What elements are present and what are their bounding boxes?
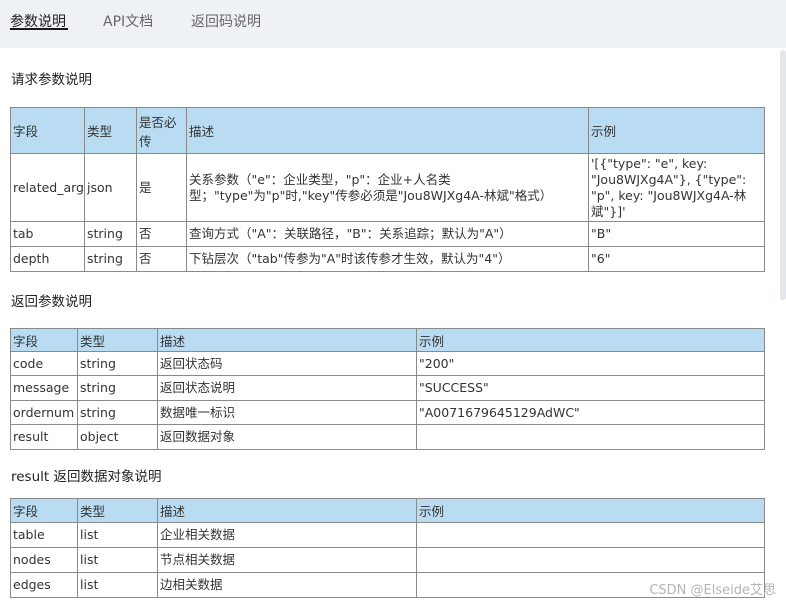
header-cell: 字段 bbox=[10, 107, 85, 154]
tab-bar: 参数说明 API文档 返回码说明 bbox=[0, 0, 786, 48]
csdn-watermark: CSDN @Elseide艾思 bbox=[649, 583, 776, 598]
request-params-title: 请求参数说明 bbox=[11, 72, 92, 88]
table-cell: depth bbox=[10, 246, 85, 272]
table-cell: 返回数据对象 bbox=[157, 424, 417, 450]
table-cell: table bbox=[10, 522, 78, 548]
table-row: ordernum string 数据唯一标识 "A0071679645129Ad… bbox=[10, 400, 765, 425]
table-cell: string bbox=[77, 375, 158, 401]
table-cell bbox=[416, 424, 765, 450]
table-cell: edges bbox=[10, 572, 78, 598]
response-params-title: 返回参数说明 bbox=[11, 294, 92, 310]
table-cell: code bbox=[10, 351, 78, 376]
table-header-row: 字段 类型 是否必传 描述 示例 bbox=[10, 107, 765, 154]
table-cell: message bbox=[10, 375, 78, 401]
vertical-scrollbar[interactable] bbox=[780, 50, 786, 300]
table-cell: 否 bbox=[136, 221, 187, 247]
table-cell: object bbox=[77, 424, 158, 450]
table-cell: 关系参数（"e"：企业类型，"p"：企业+人名类型；"type"为"p"时,"k… bbox=[186, 153, 589, 222]
table-cell: json bbox=[84, 153, 137, 222]
table-cell: result bbox=[10, 424, 78, 450]
table-cell: 下钻层次（"tab"传参为"A"时该传参才生效，默认为"4"） bbox=[186, 246, 589, 272]
request-params-table: 字段 类型 是否必传 描述 示例 related_args json 是 关系参… bbox=[10, 107, 765, 272]
header-cell: 字段 bbox=[10, 328, 78, 352]
tab-api-docs[interactable]: API文档 bbox=[103, 11, 153, 31]
header-cell: 描述 bbox=[157, 498, 417, 523]
table-cell: tab bbox=[10, 221, 85, 247]
table-header-row: 字段 类型 描述 示例 bbox=[10, 498, 765, 523]
table-cell: 企业相关数据 bbox=[157, 522, 417, 548]
table-cell: 数据唯一标识 bbox=[157, 400, 417, 425]
tab-return-codes[interactable]: 返回码说明 bbox=[191, 11, 261, 31]
table-cell: string bbox=[77, 400, 158, 425]
result-object-title: result 返回数据对象说明 bbox=[11, 469, 162, 485]
header-cell: 示例 bbox=[416, 328, 765, 352]
table-row: message string 返回状态说明 "SUCCESS" bbox=[10, 375, 765, 401]
table-cell: 是 bbox=[136, 153, 187, 222]
active-tab-indicator bbox=[10, 28, 68, 30]
table-cell: string bbox=[84, 221, 137, 247]
table-cell: 返回状态说明 bbox=[157, 375, 417, 401]
table-row: table list 企业相关数据 bbox=[10, 522, 765, 548]
table-cell: "SUCCESS" bbox=[416, 375, 765, 401]
header-cell: 描述 bbox=[186, 107, 589, 154]
table-cell: string bbox=[84, 246, 137, 272]
table-row: code string 返回状态码 "200" bbox=[10, 351, 765, 376]
table-cell: "200" bbox=[416, 351, 765, 376]
table-cell: 查询方式（"A"：关联路径，"B"：关系追踪；默认为"A"） bbox=[186, 221, 589, 247]
table-cell: list bbox=[77, 547, 158, 573]
header-cell: 类型 bbox=[84, 107, 137, 154]
table-cell: ordernum bbox=[10, 400, 78, 425]
table-cell: related_args bbox=[10, 153, 85, 222]
header-cell: 类型 bbox=[77, 498, 158, 523]
table-row: result object 返回数据对象 bbox=[10, 424, 765, 450]
table-cell: list bbox=[77, 572, 158, 598]
table-row: depth string 否 下钻层次（"tab"传参为"A"时该传参才生效，默… bbox=[10, 246, 765, 272]
table-cell: nodes bbox=[10, 547, 78, 573]
table-cell: 边相关数据 bbox=[157, 572, 417, 598]
header-cell: 描述 bbox=[157, 328, 417, 352]
table-row: related_args json 是 关系参数（"e"：企业类型，"p"：企业… bbox=[10, 153, 765, 222]
header-cell: 是否必传 bbox=[136, 107, 187, 154]
header-cell: 示例 bbox=[416, 498, 765, 523]
table-cell: "B" bbox=[588, 221, 765, 247]
table-cell: '[{"type": "e", key: "Jou8WJXg4A"}, {"ty… bbox=[588, 153, 765, 222]
header-cell: 类型 bbox=[77, 328, 158, 352]
table-row: tab string 否 查询方式（"A"：关联路径，"B"：关系追踪；默认为"… bbox=[10, 221, 765, 247]
table-cell: "A0071679645129AdWC" bbox=[416, 400, 765, 425]
table-cell: list bbox=[77, 522, 158, 548]
table-cell bbox=[416, 547, 765, 573]
header-cell: 示例 bbox=[588, 107, 765, 154]
table-row: nodes list 节点相关数据 bbox=[10, 547, 765, 573]
table-cell: 返回状态码 bbox=[157, 351, 417, 376]
table-header-row: 字段 类型 描述 示例 bbox=[10, 328, 765, 352]
table-cell: "6" bbox=[588, 246, 765, 272]
table-cell bbox=[416, 522, 765, 548]
table-cell: 节点相关数据 bbox=[157, 547, 417, 573]
header-cell: 字段 bbox=[10, 498, 78, 523]
table-cell: string bbox=[77, 351, 158, 376]
table-cell: 否 bbox=[136, 246, 187, 272]
response-params-table: 字段 类型 描述 示例 code string 返回状态码 "200" mess… bbox=[10, 328, 765, 450]
